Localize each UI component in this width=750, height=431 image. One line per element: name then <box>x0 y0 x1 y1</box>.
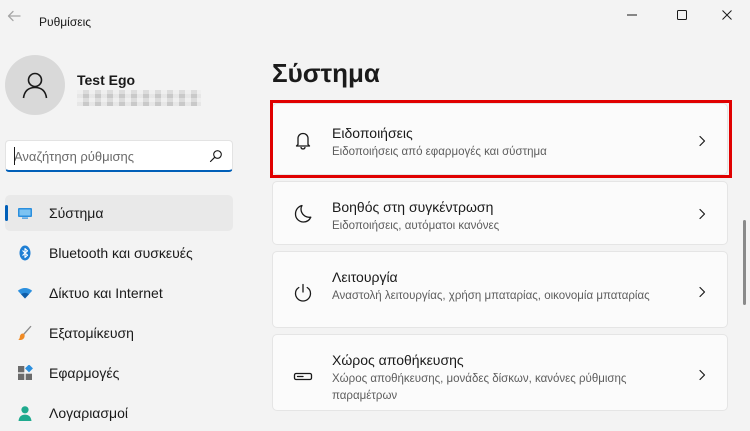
sidebar-item-label: Εφαρμογές <box>49 365 120 381</box>
card-focus-assist[interactable]: Βοηθός στη συγκέντρωση Ειδοποιήσεις, αυτ… <box>272 181 728 245</box>
card-notifications[interactable]: Ειδοποιήσεις Ειδοποιήσεις από εφαρμογές … <box>272 103 728 175</box>
sidebar-item-label: Σύστημα <box>49 205 104 221</box>
settings-window: Ρυθμίσεις Test Ego Σύστημα Bluetooth και… <box>0 0 750 431</box>
title-bar: Ρυθμίσεις <box>0 0 750 32</box>
user-email-blurred <box>77 90 201 106</box>
minimize-icon <box>627 14 637 16</box>
search-icon[interactable] <box>209 149 223 163</box>
sidebar-item-apps[interactable]: Εφαρμογές <box>5 355 233 391</box>
apps-icon <box>18 365 33 380</box>
back-arrow-icon <box>7 10 21 22</box>
sidebar-item-accounts[interactable]: Λογαριασμοί <box>5 395 233 431</box>
bluetooth-icon <box>19 245 31 261</box>
card-storage[interactable]: Χώρος αποθήκευσης Χώρος αποθήκευσης, μον… <box>272 334 728 411</box>
chevron-right-icon <box>699 369 706 381</box>
maximize-button[interactable] <box>667 4 697 26</box>
selection-indicator <box>5 205 8 221</box>
search-box[interactable] <box>5 140 233 172</box>
chevron-right-icon <box>699 208 706 220</box>
chevron-right-icon <box>699 135 706 147</box>
card-title: Βοηθός στη συγκέντρωση <box>332 199 494 215</box>
moon-icon <box>294 204 312 223</box>
card-title: Ειδοποιήσεις <box>332 125 413 141</box>
user-name: Test Ego <box>77 72 136 88</box>
search-input[interactable] <box>14 146 204 166</box>
minimize-button[interactable] <box>617 4 647 26</box>
storage-icon <box>293 372 313 381</box>
card-description: Ειδοποιήσεις από εφαρμογές και σύστημα <box>332 146 547 158</box>
power-icon <box>294 283 312 302</box>
scrollbar[interactable] <box>743 220 746 305</box>
card-power[interactable]: Λειτουργία Αναστολή λειτουργίας, χρήση μ… <box>272 251 728 328</box>
person-icon <box>22 72 48 99</box>
bell-icon <box>295 132 311 150</box>
text-caret <box>14 147 15 165</box>
close-button[interactable] <box>712 4 742 26</box>
sidebar-item-personalization[interactable]: Εξατομίκευση <box>5 315 233 351</box>
maximize-icon <box>677 10 687 20</box>
account-icon <box>18 406 32 421</box>
paintbrush-icon <box>18 325 32 341</box>
sidebar-item-label: Bluetooth και συσκευές <box>49 245 193 261</box>
card-title: Χώρος αποθήκευσης <box>332 352 464 368</box>
chevron-right-icon <box>699 286 706 298</box>
app-title: Ρυθμίσεις <box>39 15 92 29</box>
sidebar-item-network[interactable]: Δίκτυο και Internet <box>5 275 233 311</box>
card-description: Αναστολή λειτουργίας, χρήση μπαταρίας, ο… <box>332 290 650 302</box>
page-title: Σύστημα <box>272 58 380 88</box>
close-icon <box>722 10 732 20</box>
avatar[interactable] <box>5 55 65 115</box>
sidebar-item-bluetooth[interactable]: Bluetooth και συσκευές <box>5 235 233 271</box>
card-title: Λειτουργία <box>332 269 398 285</box>
sidebar-item-label: Εξατομίκευση <box>49 325 134 341</box>
wifi-icon <box>17 287 33 299</box>
back-button[interactable] <box>4 6 24 26</box>
sidebar-item-label: Λογαριασμοί <box>49 405 129 421</box>
card-description: Ειδοποιήσεις, αυτόματοι κανόνες <box>332 220 500 232</box>
sidebar-item-label: Δίκτυο και Internet <box>49 285 163 301</box>
sidebar-item-system[interactable]: Σύστημα <box>5 195 233 231</box>
display-icon <box>18 208 32 219</box>
card-description: Χώρος αποθήκευσης, μονάδες δίσκων, κανόν… <box>332 373 627 402</box>
